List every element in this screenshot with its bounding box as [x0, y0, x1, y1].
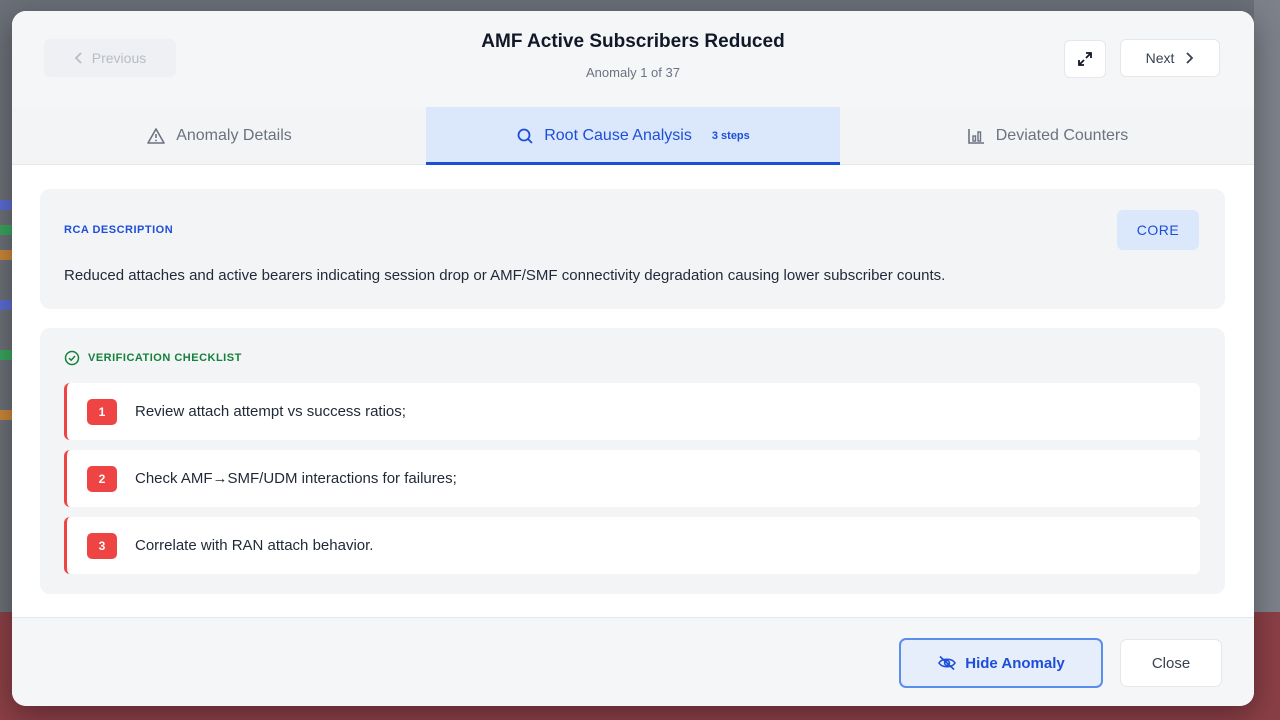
chart-icon [966, 127, 986, 145]
chevron-right-icon [1184, 52, 1194, 64]
tab-label: Anomaly Details [176, 126, 292, 144]
checklist-label: VERIFICATION CHECKLIST [88, 352, 242, 364]
verification-checklist-card: VERIFICATION CHECKLIST 1 Review attach a… [40, 328, 1225, 594]
next-button[interactable]: Next [1120, 39, 1220, 77]
expand-button[interactable] [1064, 40, 1106, 78]
tab-anomaly-details[interactable]: Anomaly Details [12, 107, 426, 164]
checklist-item-text: Correlate with RAN attach behavior. [135, 537, 374, 554]
tab-label: Root Cause Analysis [544, 126, 692, 144]
anomaly-modal: Previous AMF Active Subscribers Reduced … [12, 11, 1254, 706]
modal-header: Previous AMF Active Subscribers Reduced … [12, 11, 1254, 107]
rca-description-card: RCA DESCRIPTION CORE Reduced attaches an… [40, 189, 1225, 309]
rca-description-label: RCA DESCRIPTION [64, 224, 174, 236]
next-label: Next [1145, 50, 1175, 66]
step-number-badge: 1 [87, 398, 117, 425]
eye-off-icon [937, 655, 957, 671]
hide-anomaly-label: Hide Anomaly [965, 654, 1065, 672]
tab-root-cause-analysis[interactable]: Root Cause Analysis 3 steps [426, 107, 840, 165]
core-badge: CORE [1117, 210, 1199, 250]
checklist-item-text: Review attach attempt vs success ratios; [135, 403, 406, 420]
warning-icon [146, 127, 166, 145]
expand-icon [1077, 51, 1093, 67]
close-button[interactable]: Close [1120, 639, 1222, 687]
step-number-badge: 3 [87, 532, 117, 559]
tab-content: RCA DESCRIPTION CORE Reduced attaches an… [12, 165, 1254, 617]
steps-badge: 3 steps [711, 129, 750, 142]
tab-bar: Anomaly Details Root Cause Analysis 3 st… [12, 107, 1254, 165]
checklist-item-text: Check AMF→SMF/UDM interactions for failu… [135, 470, 457, 487]
modal-footer: Hide Anomaly Close [12, 617, 1254, 706]
tab-label: Deviated Counters [995, 126, 1129, 144]
check-circle-icon [64, 350, 80, 366]
search-icon [516, 127, 534, 145]
checklist-item: 1 Review attach attempt vs success ratio… [64, 383, 1200, 440]
step-number-badge: 2 [87, 465, 117, 492]
checklist-item: 3 Correlate with RAN attach behavior. [64, 517, 1200, 574]
rca-description-text: Reduced attaches and active bearers indi… [64, 267, 946, 284]
checklist-heading: VERIFICATION CHECKLIST [64, 350, 242, 366]
checklist-item: 2 Check AMF→SMF/UDM interactions for fai… [64, 450, 1200, 507]
tab-deviated-counters[interactable]: Deviated Counters [840, 107, 1254, 164]
hide-anomaly-button[interactable]: Hide Anomaly [899, 638, 1103, 688]
